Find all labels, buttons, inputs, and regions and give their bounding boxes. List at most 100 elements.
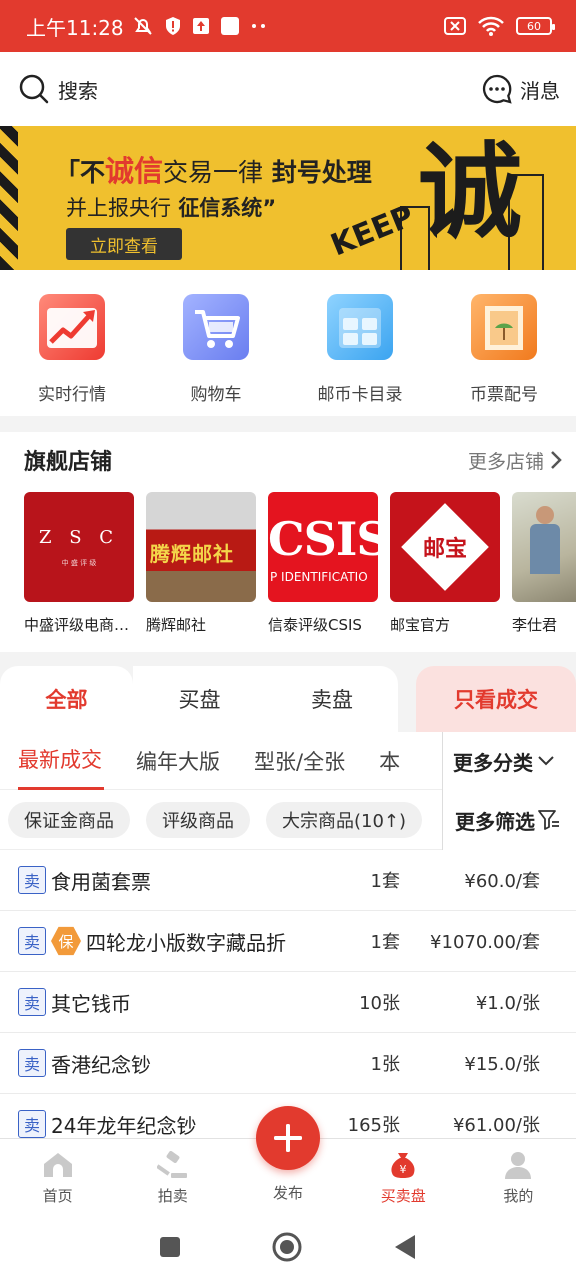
banner-sub-normal: 并上报央行 <box>66 196 171 220</box>
more-filters-label: 更多筛选 <box>455 809 535 834</box>
shop-card[interactable]: 李仕君 <box>512 492 576 635</box>
status-icons-right: 60 <box>444 16 555 36</box>
nav-home[interactable]: 首页 <box>0 1139 115 1214</box>
shop-logo-text: 腾辉邮社 <box>150 542 234 566</box>
person-figure <box>536 506 554 524</box>
banner-view-button[interactable]: 立即查看 <box>66 228 182 260</box>
subtab-sheet-types[interactable]: 型张/全张 <box>254 732 345 790</box>
shop-logo-subtext: P IDENTIFICATIO <box>270 570 368 584</box>
shop-card[interactable]: Z S C 中 盛 评 级 中盛评级电商旗舰店 <box>24 492 138 635</box>
shop-name: 邮宝官方 <box>390 616 451 634</box>
shop-logo-subtext: 中 盛 评 级 <box>61 558 97 567</box>
battery-level: 60 <box>527 19 541 33</box>
banner-mid: 交易一律 <box>163 158 264 187</box>
shop-name: 腾辉邮社 <box>146 616 207 634</box>
promo-banner[interactable]: 「不诚信交易一律 封号处理 并上报央行 征信系统” 立即查看 诚 KEEP <box>0 126 576 270</box>
listing-name: 四轮龙小版数字藏品折 <box>86 930 286 955</box>
listing-price: ¥1.0/张 <box>475 993 540 1014</box>
chevron-right-icon <box>551 451 562 469</box>
listing-name: 24年龙年纪念钞 <box>51 1113 197 1138</box>
more-shops-link[interactable]: 更多店铺 <box>468 447 562 474</box>
shops-header: 旗舰店铺 更多店铺 <box>0 432 576 488</box>
shop-name: 中盛评级电商旗舰店 <box>24 616 138 634</box>
shop-card[interactable]: CSIS P IDENTIFICATIO 信泰评级CSIS <box>268 492 378 635</box>
filter-bulk-items[interactable]: 大宗商品(10↑) <box>266 801 423 838</box>
money-bag-icon: ¥ <box>391 1153 415 1178</box>
listing-price: ¥61.00/张 <box>452 1115 540 1136</box>
listing-quantity: 10张 <box>359 993 400 1014</box>
sell-tag: 卖 <box>18 1049 46 1077</box>
more-categories-button[interactable]: 更多分类 <box>442 732 576 790</box>
sim-off-icon <box>444 17 466 35</box>
status-time: 上午11:28 <box>26 15 124 40</box>
guarantee-badge: 保 <box>51 926 81 956</box>
listing-name: 其它钱币 <box>51 991 131 1016</box>
filter-graded-items[interactable]: 评级商品 <box>146 801 250 838</box>
listing-row[interactable]: 卖 食用菌套票 1套 ¥60.0/套 <box>0 850 576 911</box>
search-label: 搜索 <box>58 78 98 103</box>
chat-bubble-icon <box>482 74 512 104</box>
banner-subline: 并上报央行 征信系统” <box>66 196 277 220</box>
listing-row[interactable]: 卖 保 四轮龙小版数字藏品折 1套 ¥1070.00/套 <box>0 911 576 972</box>
quick-link-cart[interactable]: 购物车 <box>144 270 288 416</box>
tab-buy[interactable]: 买盘 <box>133 666 266 732</box>
nav-profile[interactable]: 我的 <box>461 1139 576 1214</box>
banner-keyword: 诚信 <box>105 154 164 188</box>
chevron-down-icon <box>538 756 554 766</box>
user-icon <box>505 1152 532 1179</box>
listing-quantity: 1套 <box>370 932 400 953</box>
sell-tag: 卖 <box>18 1110 46 1138</box>
banner-headline: 「不诚信交易一律 封号处理 <box>55 154 372 188</box>
publish-label: 发布 <box>272 1184 303 1202</box>
subtab-latest-deals[interactable]: 最新成交 <box>18 732 104 790</box>
listing-name: 食用菌套票 <box>51 869 151 894</box>
subtab-booklet[interactable]: 本 <box>379 732 400 790</box>
quick-link-label: 币票配号 <box>470 385 538 405</box>
recents-square-icon[interactable] <box>159 1236 181 1258</box>
nav-auction[interactable]: 拍卖 <box>115 1139 230 1214</box>
nav-label: 拍卖 <box>157 1187 188 1205</box>
filter-deposit-items[interactable]: 保证金商品 <box>8 801 130 838</box>
quick-link-market[interactable]: 实时行情 <box>0 270 144 416</box>
listing-quantity: 1张 <box>370 1054 400 1075</box>
nav-label: 我的 <box>503 1187 534 1205</box>
shop-card[interactable]: 腾辉邮社 腾辉邮社 <box>146 492 256 635</box>
nav-market[interactable]: ¥ 买卖盘 <box>346 1139 461 1214</box>
tab-deals-only[interactable]: 只看成交 <box>416 666 576 732</box>
system-nav-bar <box>0 1214 576 1280</box>
tab-sell[interactable]: 卖盘 <box>266 666 398 732</box>
more-dots-icon <box>251 24 265 28</box>
tab-all[interactable]: 全部 <box>0 666 133 732</box>
quick-link-label: 实时行情 <box>38 385 106 405</box>
listing-name: 香港纪念钞 <box>51 1052 151 1077</box>
search-icon <box>19 74 49 104</box>
home-icon <box>43 1153 72 1177</box>
flagship-shops: 旗舰店铺 更多店铺 Z S C 中 盛 评 级 中盛评级电商旗舰店 腾辉邮社 腾… <box>0 432 576 652</box>
more-categories-label: 更多分类 <box>453 750 533 775</box>
shop-card[interactable]: 邮宝 邮宝官方 <box>390 492 500 635</box>
sell-tag: 卖 <box>18 866 46 894</box>
filter-chips: 保证金商品 评级商品 大宗商品(10↑) 更多筛选 <box>0 790 576 850</box>
subtab-yearly-sheets[interactable]: 编年大版 <box>136 732 220 790</box>
publish-button[interactable] <box>256 1106 320 1170</box>
listing-row[interactable]: 卖 香港纪念钞 1张 ¥15.0/张 <box>0 1033 576 1094</box>
filter-funnel-icon <box>538 810 559 830</box>
listing-price: ¥1070.00/套 <box>430 932 540 953</box>
more-filters-button[interactable]: 更多筛选 <box>442 790 576 850</box>
shop-logo-text: 邮宝 <box>422 536 468 562</box>
search-button[interactable]: 搜索 <box>18 73 98 105</box>
app-root: { "status": {"time": "上午11:28", "battery… <box>0 0 576 1280</box>
back-triangle-icon[interactable] <box>393 1234 417 1260</box>
listing-price: ¥15.0/张 <box>464 1054 540 1075</box>
listing-row[interactable]: 卖 其它钱币 10张 ¥1.0/张 <box>0 972 576 1033</box>
messages-button[interactable]: 消息 <box>482 74 560 104</box>
quick-link-stamp[interactable]: 币票配号 <box>432 270 576 416</box>
listing-price: ¥60.0/套 <box>464 871 540 892</box>
shop-logo: 邮宝 <box>390 492 500 602</box>
shop-list: Z S C 中 盛 评 级 中盛评级电商旗舰店 腾辉邮社 腾辉邮社 CSIS P… <box>24 492 576 642</box>
top-bar: 搜索 消息 <box>0 52 576 126</box>
quick-link-catalog[interactable]: 邮币卡目录 <box>288 270 432 416</box>
home-circle-icon[interactable] <box>271 1231 303 1263</box>
market-tabs: 全部 买盘 卖盘 只看成交 <box>0 666 576 732</box>
sell-tag: 卖 <box>18 988 46 1016</box>
